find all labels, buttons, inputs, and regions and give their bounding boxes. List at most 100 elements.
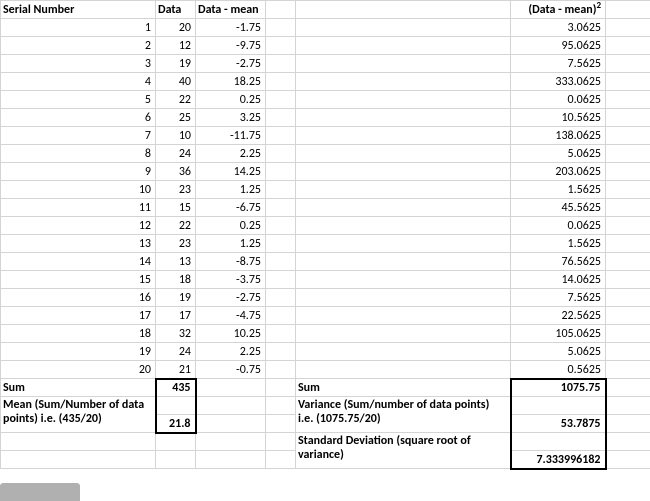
- mean-label: Mean (Sum/Number of data points) i.e. (4…: [1, 397, 156, 433]
- cell-data-mean[interactable]: 14.25: [196, 163, 266, 181]
- cell-data-mean[interactable]: -11.75: [196, 127, 266, 145]
- cell-data[interactable]: 19: [156, 55, 196, 73]
- cell-sq[interactable]: 95.0625: [511, 37, 606, 55]
- cell-data[interactable]: 13: [156, 253, 196, 271]
- cell-data-mean[interactable]: -2.75: [196, 55, 266, 73]
- cell-serial[interactable]: 19: [1, 343, 156, 361]
- cell-serial[interactable]: 7: [1, 127, 156, 145]
- cell-data[interactable]: 21: [156, 361, 196, 379]
- header-data-mean-sq: (Data - mean)2: [511, 1, 606, 19]
- cell-data[interactable]: 24: [156, 343, 196, 361]
- cell-sq[interactable]: 7.5625: [511, 55, 606, 73]
- cell-data[interactable]: 40: [156, 73, 196, 91]
- table-row: 44018.25 333.0625: [1, 73, 650, 91]
- cell-data-mean[interactable]: 0.25: [196, 91, 266, 109]
- cell-data[interactable]: 10: [156, 127, 196, 145]
- cell-data-mean[interactable]: -3.75: [196, 271, 266, 289]
- cell-data[interactable]: 22: [156, 91, 196, 109]
- cell-data-mean[interactable]: -4.75: [196, 307, 266, 325]
- table-row: 120-1.75 3.0625: [1, 19, 650, 37]
- cell-serial[interactable]: 16: [1, 289, 156, 307]
- cell-serial[interactable]: 8: [1, 145, 156, 163]
- cell-data[interactable]: 12: [156, 37, 196, 55]
- cell-data-mean[interactable]: 10.25: [196, 325, 266, 343]
- cell-data-mean[interactable]: -0.75: [196, 361, 266, 379]
- cell-serial[interactable]: 6: [1, 109, 156, 127]
- cell-sq[interactable]: 0.5625: [511, 361, 606, 379]
- cell-sq[interactable]: 22.5625: [511, 307, 606, 325]
- cell-sq[interactable]: 105.0625: [511, 325, 606, 343]
- header-row: Serial Number Data Data - mean (Data - m…: [1, 1, 650, 19]
- cell-sq[interactable]: 1.5625: [511, 181, 606, 199]
- stats-table: Serial Number Data Data - mean (Data - m…: [0, 0, 650, 470]
- cell-sq[interactable]: 45.5625: [511, 199, 606, 217]
- cell-serial[interactable]: 9: [1, 163, 156, 181]
- cell-data-mean[interactable]: -9.75: [196, 37, 266, 55]
- variance-value[interactable]: 53.7875: [511, 415, 606, 433]
- cell-serial[interactable]: 5: [1, 91, 156, 109]
- cell-serial[interactable]: 2: [1, 37, 156, 55]
- cell-data-mean[interactable]: -1.75: [196, 19, 266, 37]
- cell-sq[interactable]: 138.0625: [511, 127, 606, 145]
- cell-data[interactable]: 24: [156, 145, 196, 163]
- cell-data[interactable]: 36: [156, 163, 196, 181]
- cell-serial[interactable]: 17: [1, 307, 156, 325]
- sum-row: Sum 435 Sum 1075.75: [1, 379, 650, 397]
- mean-value[interactable]: 21.8: [156, 415, 196, 433]
- cell-serial[interactable]: 18: [1, 325, 156, 343]
- cell-sq[interactable]: 5.0625: [511, 145, 606, 163]
- cell-sq[interactable]: 5.0625: [511, 343, 606, 361]
- cell-sq[interactable]: 0.0625: [511, 91, 606, 109]
- cell-data[interactable]: 22: [156, 217, 196, 235]
- cell-data-mean[interactable]: 2.25: [196, 145, 266, 163]
- cell-data[interactable]: 19: [156, 289, 196, 307]
- cell-data[interactable]: 25: [156, 109, 196, 127]
- cell-serial[interactable]: 15: [1, 271, 156, 289]
- table-row: 13231.25 1.5625: [1, 235, 650, 253]
- cell-sq[interactable]: 7.5625: [511, 289, 606, 307]
- cell-sq[interactable]: 0.0625: [511, 217, 606, 235]
- table-row: 212-9.75 95.0625: [1, 37, 650, 55]
- cell-serial[interactable]: 10: [1, 181, 156, 199]
- cell-serial[interactable]: 4: [1, 73, 156, 91]
- cell-data-mean[interactable]: 1.25: [196, 181, 266, 199]
- sum-data[interactable]: 435: [156, 379, 196, 397]
- table-row: 1717-4.7522.5625: [1, 307, 650, 325]
- cell-serial[interactable]: 11: [1, 199, 156, 217]
- sum-sq[interactable]: 1075.75: [511, 379, 606, 397]
- cell-data-mean[interactable]: 0.25: [196, 217, 266, 235]
- cell-sq[interactable]: 76.5625: [511, 253, 606, 271]
- cell-serial[interactable]: 20: [1, 361, 156, 379]
- cell-serial[interactable]: 13: [1, 235, 156, 253]
- cell-serial[interactable]: 3: [1, 55, 156, 73]
- cell-data[interactable]: 23: [156, 235, 196, 253]
- sd-row-1: Standard Deviation (square root of varia…: [1, 433, 650, 451]
- cell-data[interactable]: 23: [156, 181, 196, 199]
- cell-data[interactable]: 20: [156, 19, 196, 37]
- sd-value[interactable]: 7.333996182: [511, 451, 606, 469]
- cell-data-mean[interactable]: 18.25: [196, 73, 266, 91]
- table-row: 1518-3.75 14.0625: [1, 271, 650, 289]
- cell-sq[interactable]: 1.5625: [511, 235, 606, 253]
- cell-data[interactable]: 32: [156, 325, 196, 343]
- cell-data-mean[interactable]: -6.75: [196, 199, 266, 217]
- cell-data-mean[interactable]: -2.75: [196, 289, 266, 307]
- cell-sq[interactable]: 203.0625: [511, 163, 606, 181]
- cell-data[interactable]: 15: [156, 199, 196, 217]
- cell-serial[interactable]: 12: [1, 217, 156, 235]
- cell-sq[interactable]: 3.0625: [511, 19, 606, 37]
- cell-sq[interactable]: 10.5625: [511, 109, 606, 127]
- cell-data-mean[interactable]: -8.75: [196, 253, 266, 271]
- cell-serial[interactable]: 14: [1, 253, 156, 271]
- cell-sq[interactable]: 14.0625: [511, 271, 606, 289]
- sum-label-left: Sum: [1, 379, 156, 397]
- variance-label: Variance (Sum/number of data points) i.e…: [296, 397, 511, 433]
- cell-data-mean[interactable]: 2.25: [196, 343, 266, 361]
- cell-sq[interactable]: 333.0625: [511, 73, 606, 91]
- cell-data-mean[interactable]: 1.25: [196, 235, 266, 253]
- cell-data[interactable]: 17: [156, 307, 196, 325]
- cell-data-mean[interactable]: 3.25: [196, 109, 266, 127]
- sheet-tab[interactable]: [0, 483, 80, 501]
- cell-serial[interactable]: 1: [1, 19, 156, 37]
- cell-data[interactable]: 18: [156, 271, 196, 289]
